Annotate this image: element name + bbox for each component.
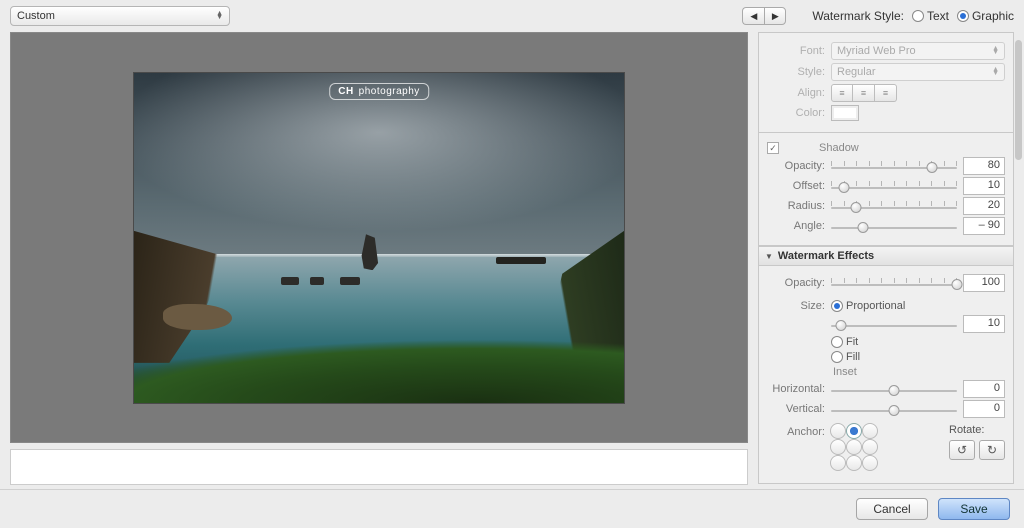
cancel-button[interactable]: Cancel bbox=[856, 498, 928, 520]
radio-icon bbox=[957, 10, 969, 22]
effects-opacity-slider[interactable] bbox=[831, 274, 957, 292]
color-label: Color: bbox=[767, 107, 825, 119]
font-select: Myriad Web Pro ▲▼ bbox=[831, 42, 1005, 60]
style-text-radio[interactable]: Text bbox=[912, 9, 949, 23]
preview-area[interactable]: CH photography bbox=[10, 32, 748, 443]
anchor-cell[interactable] bbox=[846, 439, 862, 455]
effects-header[interactable]: ▼ Watermark Effects bbox=[758, 246, 1014, 266]
inset-horizontal-slider[interactable] bbox=[831, 380, 957, 398]
scrollbar[interactable] bbox=[1015, 40, 1022, 478]
anchor-cell[interactable] bbox=[862, 423, 878, 439]
anchor-cell[interactable] bbox=[846, 423, 862, 439]
shadow-title: Shadow bbox=[819, 142, 859, 154]
align-right-icon: ≡ bbox=[875, 84, 897, 102]
shadow-opacity-slider[interactable] bbox=[831, 157, 957, 175]
style-label: Style: bbox=[767, 66, 825, 78]
inset-vertical-value[interactable]: 0 bbox=[963, 400, 1005, 418]
prev-image-button[interactable]: ◀ bbox=[742, 7, 764, 25]
effects-opacity-value[interactable]: 100 bbox=[963, 274, 1005, 292]
shadow-opacity-value[interactable]: 80 bbox=[963, 157, 1005, 175]
chevron-updown-icon: ▲▼ bbox=[216, 12, 223, 20]
size-value[interactable]: 10 bbox=[963, 315, 1005, 333]
align-left-icon: ≡ bbox=[831, 84, 853, 102]
filmstrip bbox=[10, 449, 748, 485]
shadow-radius-value[interactable]: 20 bbox=[963, 197, 1005, 215]
rotate-ccw-button[interactable]: ↺ bbox=[949, 440, 975, 460]
inset-horizontal-value[interactable]: 0 bbox=[963, 380, 1005, 398]
save-button[interactable]: Save bbox=[938, 498, 1010, 520]
anchor-cell[interactable] bbox=[830, 439, 846, 455]
rotate-label: Rotate: bbox=[949, 424, 984, 436]
anchor-cell[interactable] bbox=[830, 423, 846, 439]
radio-icon bbox=[831, 336, 843, 348]
anchor-cell[interactable] bbox=[862, 439, 878, 455]
watermark-overlay: CH photography bbox=[329, 83, 429, 100]
shadow-angle-slider[interactable] bbox=[831, 217, 957, 235]
align-center-icon: ≡ bbox=[853, 84, 875, 102]
anchor-cell[interactable] bbox=[846, 455, 862, 471]
anchor-cell[interactable] bbox=[862, 455, 878, 471]
preset-value: Custom bbox=[17, 10, 55, 22]
next-image-button[interactable]: ▶ bbox=[764, 7, 786, 25]
style-graphic-radio[interactable]: Graphic bbox=[957, 9, 1014, 23]
disclosure-triangle-icon: ▼ bbox=[765, 252, 773, 261]
shadow-radius-slider[interactable] bbox=[831, 197, 957, 215]
shadow-offset-value[interactable]: 10 bbox=[963, 177, 1005, 195]
inset-vertical-slider[interactable] bbox=[831, 400, 957, 418]
radio-icon bbox=[831, 300, 843, 312]
size-proportional-radio[interactable]: Proportional bbox=[831, 300, 905, 312]
anchor-cell[interactable] bbox=[830, 455, 846, 471]
size-fit-radio[interactable]: Fit bbox=[831, 336, 858, 348]
watermark-style-label: Watermark Style: bbox=[812, 9, 904, 23]
size-fill-radio[interactable]: Fill bbox=[831, 351, 860, 363]
font-label: Font: bbox=[767, 45, 825, 57]
anchor-grid[interactable] bbox=[831, 424, 879, 472]
shadow-checkbox[interactable] bbox=[767, 142, 779, 154]
inset-title: Inset bbox=[833, 366, 1005, 378]
size-slider[interactable] bbox=[831, 315, 957, 333]
align-segmented: ≡ ≡ ≡ bbox=[831, 84, 897, 102]
shadow-angle-value[interactable]: – 90 bbox=[963, 217, 1005, 235]
radio-icon bbox=[831, 351, 843, 363]
font-style-select: Regular ▲▼ bbox=[831, 63, 1005, 81]
preset-select[interactable]: Custom ▲▼ bbox=[10, 6, 230, 26]
radio-icon bbox=[912, 10, 924, 22]
color-well bbox=[831, 105, 859, 121]
rotate-cw-button[interactable]: ↻ bbox=[979, 440, 1005, 460]
preview-image: CH photography bbox=[134, 73, 624, 403]
align-label: Align: bbox=[767, 87, 825, 99]
shadow-offset-slider[interactable] bbox=[831, 177, 957, 195]
